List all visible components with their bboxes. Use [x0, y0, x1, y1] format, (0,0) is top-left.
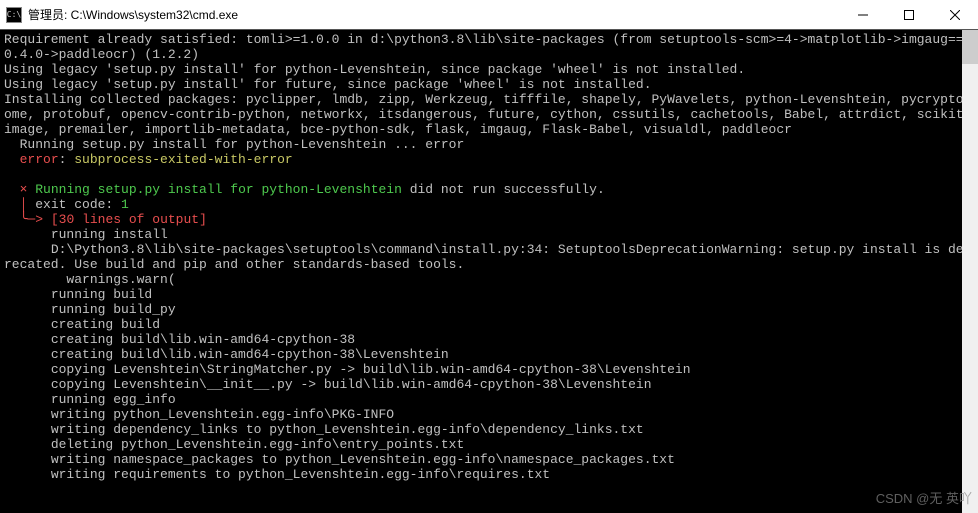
terminal-line: Running setup.py install for python-Leve…: [4, 137, 974, 152]
terminal-line: running egg_info: [4, 392, 974, 407]
terminal-line: running install: [4, 227, 974, 242]
terminal-line: Using legacy 'setup.py install' for pyth…: [4, 62, 974, 77]
terminal-line: running build: [4, 287, 974, 302]
terminal-line: copying Levenshtein\__init__.py -> build…: [4, 377, 974, 392]
terminal-line: [4, 167, 974, 182]
terminal-line: Installing collected packages: pyclipper…: [4, 92, 974, 137]
terminal-line: Requirement already satisfied: tomli>=1.…: [4, 32, 974, 62]
terminal-line: creating build\lib.win-amd64-cpython-38\…: [4, 347, 974, 362]
vertical-scrollbar[interactable]: [962, 30, 978, 513]
terminal-line: writing python_Levenshtein.egg-info\PKG-…: [4, 407, 974, 422]
terminal-line: running build_py: [4, 302, 974, 317]
terminal-output[interactable]: Requirement already satisfied: tomli>=1.…: [0, 30, 978, 513]
terminal-line: creating build\lib.win-amd64-cpython-38: [4, 332, 974, 347]
terminal-line: │ exit code: 1: [4, 197, 974, 212]
terminal-line: writing namespace_packages to python_Lev…: [4, 452, 974, 467]
window-title: 管理员: C:\Windows\system32\cmd.exe: [28, 6, 840, 23]
terminal-line: writing dependency_links to python_Leven…: [4, 422, 974, 437]
terminal-line: Using legacy 'setup.py install' for futu…: [4, 77, 974, 92]
terminal-line: creating build: [4, 317, 974, 332]
cmd-icon: C:\: [6, 7, 22, 23]
terminal-line: ╰─> [30 lines of output]: [4, 212, 974, 227]
terminal-line: deleting python_Levenshtein.egg-info\ent…: [4, 437, 974, 452]
scrollbar-thumb[interactable]: [962, 30, 978, 64]
terminal-line: warnings.warn(: [4, 272, 974, 287]
window-titlebar: C:\ 管理员: C:\Windows\system32\cmd.exe: [0, 0, 978, 30]
watermark-text: CSDN @无 英吖: [876, 488, 972, 507]
terminal-line: D:\Python3.8\lib\site-packages\setuptool…: [4, 242, 974, 272]
close-button[interactable]: [932, 0, 978, 29]
terminal-line: error: subprocess-exited-with-error: [4, 152, 974, 167]
minimize-button[interactable]: [840, 0, 886, 29]
terminal-line: copying Levenshtein\StringMatcher.py -> …: [4, 362, 974, 377]
window-controls: [840, 0, 978, 29]
terminal-line: writing requirements to python_Levenshte…: [4, 467, 974, 482]
maximize-button[interactable]: [886, 0, 932, 29]
terminal-line: × Running setup.py install for python-Le…: [4, 182, 974, 197]
